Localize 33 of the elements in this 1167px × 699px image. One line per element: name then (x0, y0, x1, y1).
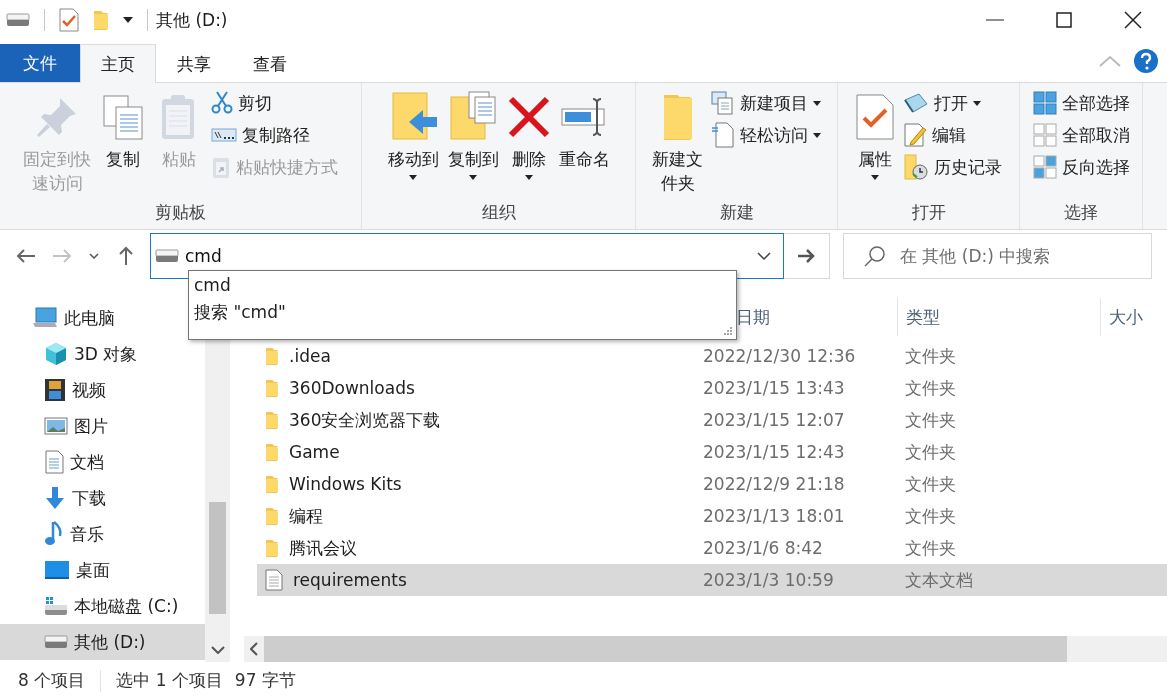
item-count: 8 个项目 (18, 669, 86, 692)
file-name: 360安全浏览器下载 (289, 408, 441, 432)
file-date: 2023/1/15 12:43 (702, 442, 846, 462)
file-date: 2022/12/30 12:36 (702, 346, 857, 366)
group-label: 新建 (718, 201, 755, 224)
file-name: 360Downloads (289, 378, 415, 398)
file-name: requirements (293, 570, 407, 590)
file-type: 文件夹 (904, 472, 957, 496)
group-label: 选择 (1063, 201, 1099, 224)
file-type: 文件夹 (904, 440, 957, 464)
file-date: 2023/1/15 12:07 (702, 410, 846, 430)
group-label: 剪贴板 (154, 201, 207, 224)
file-date: 2023/1/3 10:59 (702, 570, 835, 590)
file-name: Game (289, 442, 340, 462)
selection-size: 97 字节 (234, 669, 296, 692)
group-label: 组织 (480, 201, 517, 224)
file-type: 文件夹 (904, 344, 957, 368)
selection-count: 选中 1 个项目 (116, 669, 223, 692)
file-name: .idea (289, 346, 331, 366)
file-name: Windows Kits (289, 474, 402, 494)
file-date: 2023/1/6 8:42 (702, 538, 824, 558)
file-type: 文件夹 (904, 536, 957, 560)
file-type: 文件夹 (904, 408, 957, 432)
file-date: 2023/1/15 13:43 (702, 378, 846, 398)
file-type: 文件夹 (904, 376, 957, 400)
file-date: 2022/12/9 21:18 (702, 474, 846, 494)
window-title: 其他 (D:) (156, 8, 229, 32)
group-label: 打开 (910, 201, 947, 224)
file-name: 编程 (289, 504, 323, 528)
file-type: 文本文档 (904, 568, 974, 592)
file-type: 文件夹 (904, 504, 957, 528)
file-name: 腾讯会议 (289, 536, 357, 560)
file-date: 2023/1/13 18:01 (702, 506, 846, 526)
